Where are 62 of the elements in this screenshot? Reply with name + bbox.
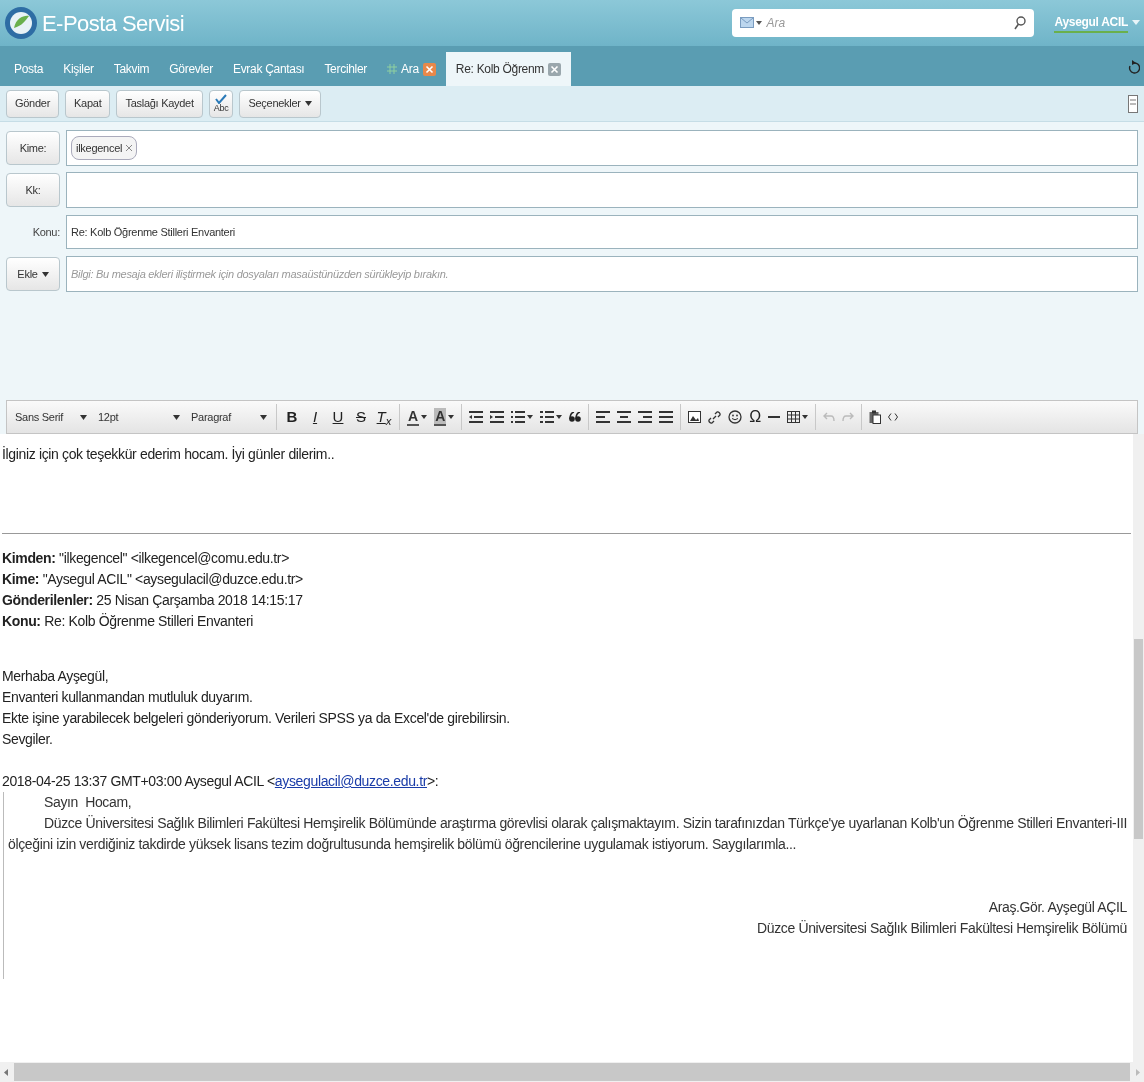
close-icon[interactable] [422,62,436,76]
quoted-header-line: Konu: Re: Kolb Öğrenme Stilleri Envanteri [2,612,254,631]
bold-button[interactable]: B [282,405,302,429]
vertical-scrollbar[interactable] [1133,434,1144,1062]
quoted-header-line: Gönderilenler: 25 Nisan Çarşamba 2018 14:15:17 [2,591,304,610]
to-button[interactable]: Kime: [6,131,60,165]
attachment-field[interactable]: Bilgi: Bu mesaja ekleri iliştirmek için dosyaları masaüstünüzden sürükleyip bırakın. [66,256,1138,292]
attach-button[interactable]: Ekle [6,257,60,291]
message-line: Merhaba Ayşegül, [2,667,110,686]
refresh-icon[interactable] [1128,60,1140,76]
subject-field[interactable]: Re: Kolb Öğrenme Stilleri Envanteri [66,215,1138,249]
cc-button[interactable]: Kk: [6,173,60,207]
caret-icon [260,414,267,420]
caret-icon [448,415,455,419]
remove-icon[interactable] [126,145,133,151]
logo-icon [4,6,38,40]
toolbar-button[interactable]: Taslağı Kaydet [116,89,203,118]
underline-button[interactable]: U [328,405,348,429]
search-icon[interactable] [1014,16,1027,30]
italic-button[interactable]: I [305,405,325,429]
cc-field[interactable] [66,172,1138,208]
recipient-field[interactable]: ilkegencel [66,130,1138,166]
email-link[interactable]: aysegulacil@duzce.edu.tr [274,773,427,789]
print-icon[interactable] [1128,94,1138,113]
mail-dropdown-icon[interactable] [740,17,763,29]
quote-header: 2018-04-25 13:37 GMT+03:00 Aysegul ACIL <aysegulacil@duzce.edu.tr>: [2,772,440,791]
signature-line: Düzce Üniversitesi Sağlık Bilimleri Fakültesi Hemşirelik Bölümü [756,919,1127,938]
special-character-button[interactable]: Ω [747,405,764,429]
strikethrough-button[interactable]: S [351,405,371,429]
signature-line: Araş.Gör. Ayşegül AÇIL [988,898,1127,917]
toolbar-button[interactable]: Gönder [6,89,60,118]
reply-text: İlginiz için çok teşekkür ederim hocam. İyi günler dilerim.. [2,445,336,464]
highlight-color-button[interactable]: A [432,405,457,429]
horizontal-scrollbar[interactable] [0,1062,1144,1082]
caret-icon [304,101,312,106]
app-title: E-Posta Servisi [42,9,185,38]
options-button[interactable]: Seçenekler [239,89,321,118]
recipient-chip[interactable]: ilkegencel [71,136,138,160]
greeting-text: Sayın Hocam, [43,793,133,812]
toolbar-button[interactable]: Kapat [65,89,111,118]
text-color-button[interactable]: A [405,405,430,429]
hash-icon [387,64,398,74]
search-field[interactable]: Ara [732,9,1035,37]
quoted-header-line: Kime: "Aysegul ACIL" <aysegulacil@duzce.edu.tr> [2,570,304,589]
font-select[interactable]: Sans Serif [11,404,91,430]
clear-format-button[interactable]: T$_{x}$ [374,405,394,429]
format-select[interactable]: Paragraf [187,404,271,430]
spellcheck-button[interactable]: Abc [208,89,234,118]
caret-icon [173,414,180,420]
caret-icon [421,415,428,419]
message-line: Envanteri kullanmandan mutluluk duyarım. [2,688,254,707]
scroll-left-icon[interactable] [4,1068,8,1076]
caret-icon [41,271,49,277]
caret-icon [80,414,87,420]
size-select[interactable]: 12pt [94,404,184,430]
checkmark-icon [215,94,228,104]
message-line: Sevgiler. [2,730,54,749]
subject-label: Konu: [31,224,60,240]
quoted-header-line: Kimden: "ilkegencel" <ilkegencel@comu.edu.tr> [2,549,290,568]
quoted-paragraph: Düzce Üniversitesi Sağlık Bilimleri Fakültesi Hemşirelik Bölümünde araştırma görevlisi olarak çalışmaktayım. Sizin tarafınızdan Türkçe'ye uyarlanan Kolb'un Öğrenme Stilleri Envanteri-III ölçeğini izin verdiğiniz takdirde yüksek lisans tezim doğrultusunda hemşirelik bölümü öğrencilerine uygulamak istiyorum. Saygılarımla... [8,814,1127,854]
tab[interactable]: Re: Kolb Öğrenm [445,52,572,86]
message-line: Ekte işine yarabilecek belgeleri gönderiyorum. Verileri SPSS ya da Excel'de girebilirsin. [2,709,511,728]
